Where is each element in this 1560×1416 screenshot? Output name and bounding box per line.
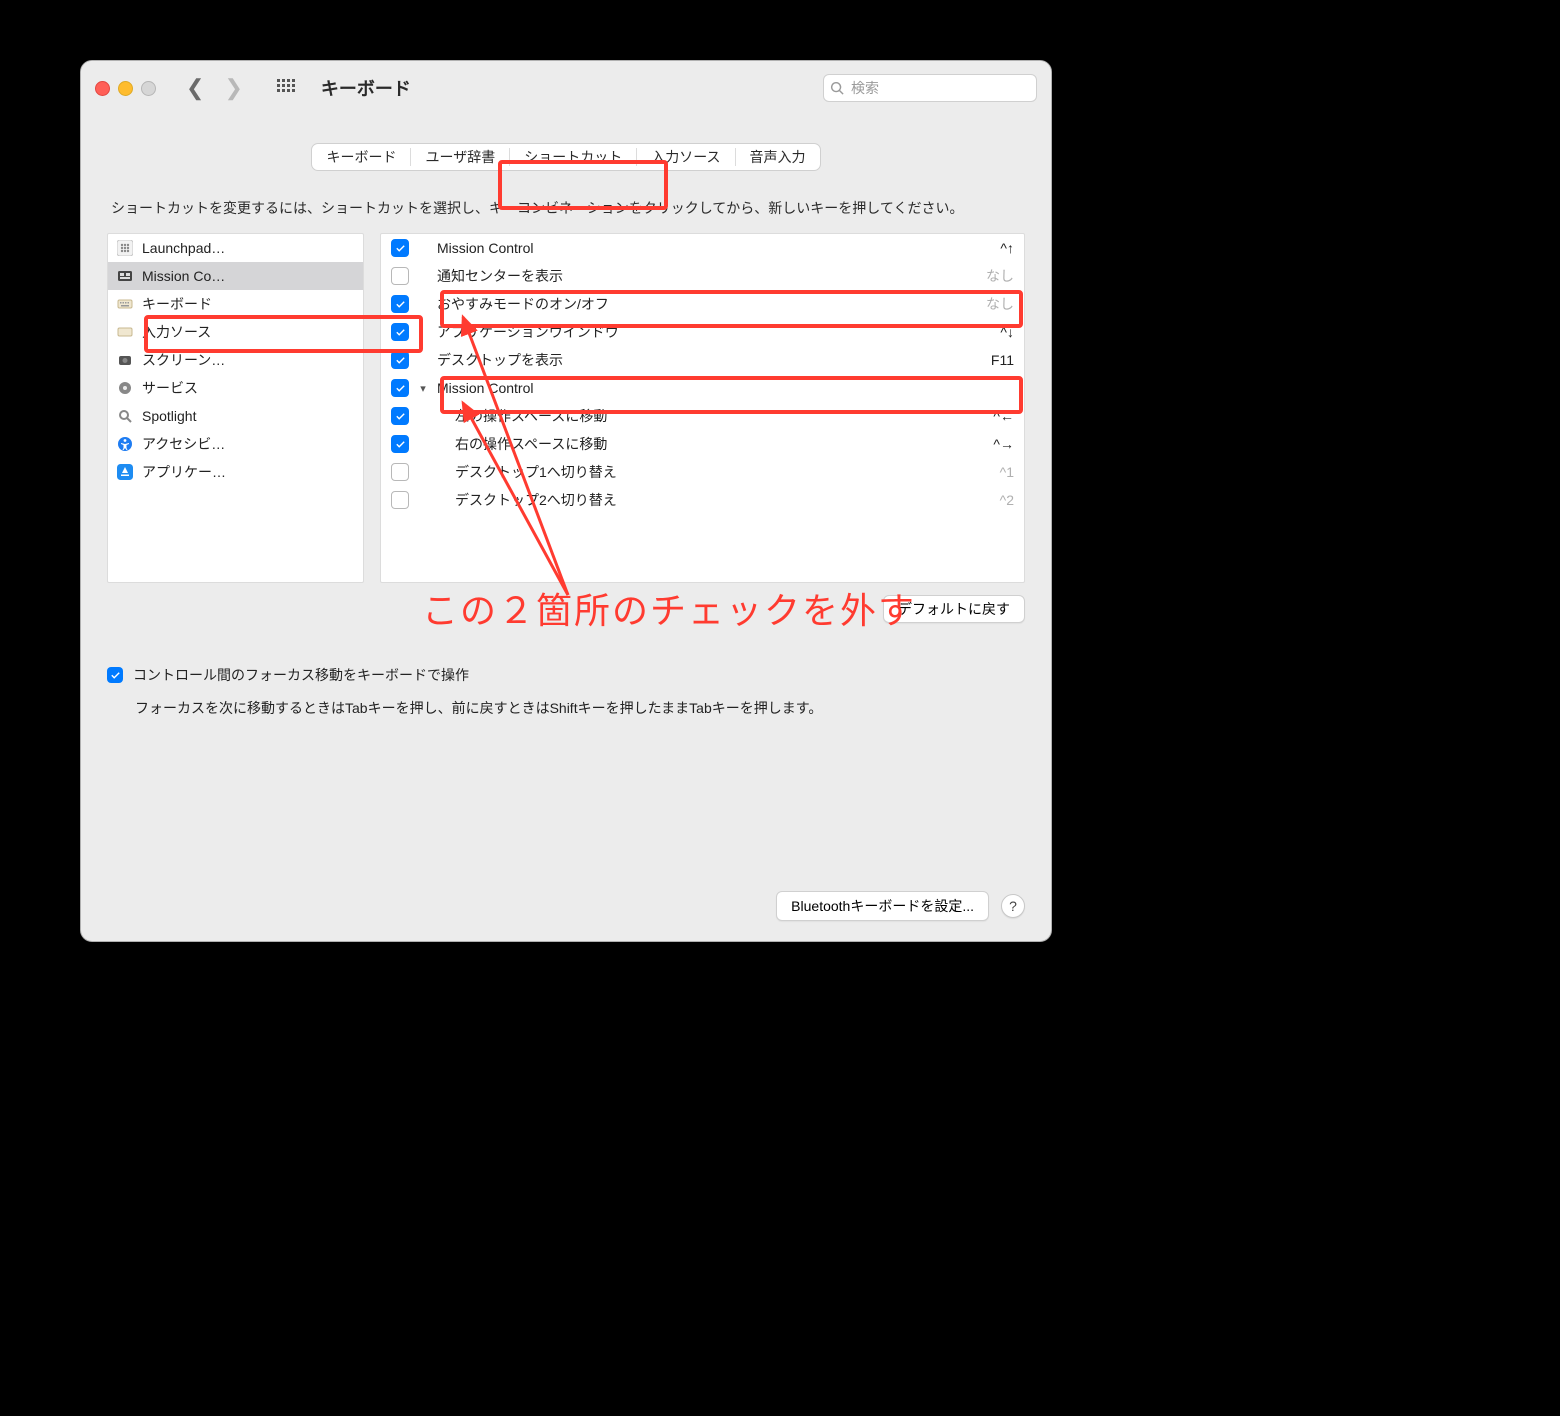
accessibility-icon [116, 435, 134, 453]
shortcut-key[interactable]: なし [986, 294, 1014, 314]
shortcut-key[interactable]: ^↑ [1000, 240, 1014, 256]
category-5[interactable]: サービス [108, 374, 363, 402]
category-2[interactable]: キーボード [108, 290, 363, 318]
shortcut-checkbox[interactable] [391, 407, 409, 425]
forward-button[interactable]: ❯ [224, 75, 242, 101]
keyboard-focus-hint: フォーカスを次に移動するときはTabキーを押し、前に戻すときはShiftキーを押… [135, 697, 1025, 721]
shortcut-key[interactable]: ^← [993, 408, 1014, 424]
category-label: Mission Co… [142, 268, 355, 284]
shortcut-key[interactable]: ^1 [1000, 464, 1014, 480]
mission-control-icon [116, 267, 134, 285]
nav-buttons: ❮ ❯ [186, 75, 243, 101]
category-8[interactable]: アプリケー… [108, 458, 363, 486]
category-1[interactable]: Mission Co… [108, 262, 363, 290]
window-toolbar: ❮ ❯ キーボード 検索 [81, 61, 1051, 115]
category-4[interactable]: スクリーン… [108, 346, 363, 374]
shortcut-label: Mission Control [437, 240, 992, 256]
input-icon [116, 323, 134, 341]
shortcut-key[interactable]: ^→ [993, 436, 1014, 452]
shortcut-row-1[interactable]: 通知センターを表示なし [381, 262, 1024, 290]
tab-0[interactable]: キーボード [312, 144, 410, 170]
tab-2[interactable]: ショートカット [510, 144, 636, 170]
annotation-arrow [438, 305, 578, 595]
shortcut-checkbox[interactable] [391, 463, 409, 481]
category-label: アプリケー… [142, 462, 355, 482]
shortcut-checkbox[interactable] [391, 491, 409, 509]
category-label: アクセシビ… [142, 434, 355, 454]
disclosure-icon: ▾ [417, 382, 429, 395]
shortcut-checkbox[interactable] [391, 267, 409, 285]
tab-4[interactable]: 音声入力 [736, 144, 820, 170]
category-0[interactable]: Launchpad… [108, 234, 363, 262]
keyboard-icon [116, 295, 134, 313]
shortcut-checkbox[interactable] [391, 295, 409, 313]
screenshot-icon [116, 351, 134, 369]
minimize-button[interactable] [118, 81, 133, 96]
shortcut-label: 通知センターを表示 [437, 266, 978, 286]
services-icon [116, 379, 134, 397]
category-label: Spotlight [142, 408, 355, 424]
category-list[interactable]: Launchpad… Mission Co… キーボード入力ソーススクリーン… サービ… [107, 233, 364, 583]
back-button[interactable]: ❮ [186, 75, 204, 101]
tab-1[interactable]: ユーザ辞書 [411, 144, 509, 170]
shortcut-key[interactable]: F11 [991, 352, 1014, 368]
segmented-control: キーボードユーザ辞書ショートカット入力ソース音声入力 [311, 143, 820, 171]
shortcut-key[interactable]: なし [986, 266, 1014, 286]
annotation-text: この２箇所のチェックを外す [422, 582, 916, 634]
launchpad-icon [116, 239, 134, 257]
shortcut-checkbox[interactable] [391, 435, 409, 453]
search-icon [830, 81, 845, 96]
category-7[interactable]: アクセシビ… [108, 430, 363, 458]
shortcut-key[interactable]: ^↓ [1000, 324, 1014, 340]
category-label: スクリーン… [142, 350, 355, 370]
search-field[interactable]: 検索 [823, 74, 1037, 102]
bluetooth-keyboard-button[interactable]: Bluetoothキーボードを設定... [776, 891, 989, 921]
shortcut-key[interactable]: ^2 [1000, 492, 1014, 508]
search-placeholder: 検索 [851, 78, 879, 98]
help-button[interactable]: ? [1001, 894, 1025, 918]
tab-3[interactable]: 入力ソース [637, 144, 734, 170]
shortcut-checkbox[interactable] [391, 239, 409, 257]
traffic-lights [95, 81, 156, 96]
category-label: サービス [142, 378, 355, 398]
shortcut-checkbox[interactable] [391, 379, 409, 397]
app-icon [116, 463, 134, 481]
category-3[interactable]: 入力ソース [108, 318, 363, 346]
close-button[interactable] [95, 81, 110, 96]
category-label: キーボード [142, 294, 355, 314]
zoom-button[interactable] [141, 81, 156, 96]
keyboard-focus-checkbox[interactable] [107, 667, 123, 683]
tab-bar: キーボードユーザ辞書ショートカット入力ソース音声入力 [81, 115, 1051, 185]
shortcut-checkbox[interactable] [391, 351, 409, 369]
apps-grid-icon[interactable] [277, 79, 295, 97]
window-title: キーボード [321, 75, 411, 101]
shortcut-row-0[interactable]: Mission Control ^↑ [381, 234, 1024, 262]
keyboard-focus-label: コントロール間のフォーカス移動をキーボードで操作 [133, 665, 469, 685]
instruction-text: ショートカットを変更するには、ショートカットを選択し、キーコンビネーションをクリ… [107, 191, 1025, 233]
spotlight-icon [116, 407, 134, 425]
category-6[interactable]: Spotlight [108, 402, 363, 430]
shortcut-checkbox[interactable] [391, 323, 409, 341]
category-label: Launchpad… [142, 240, 355, 256]
category-label: 入力ソース [142, 322, 355, 342]
